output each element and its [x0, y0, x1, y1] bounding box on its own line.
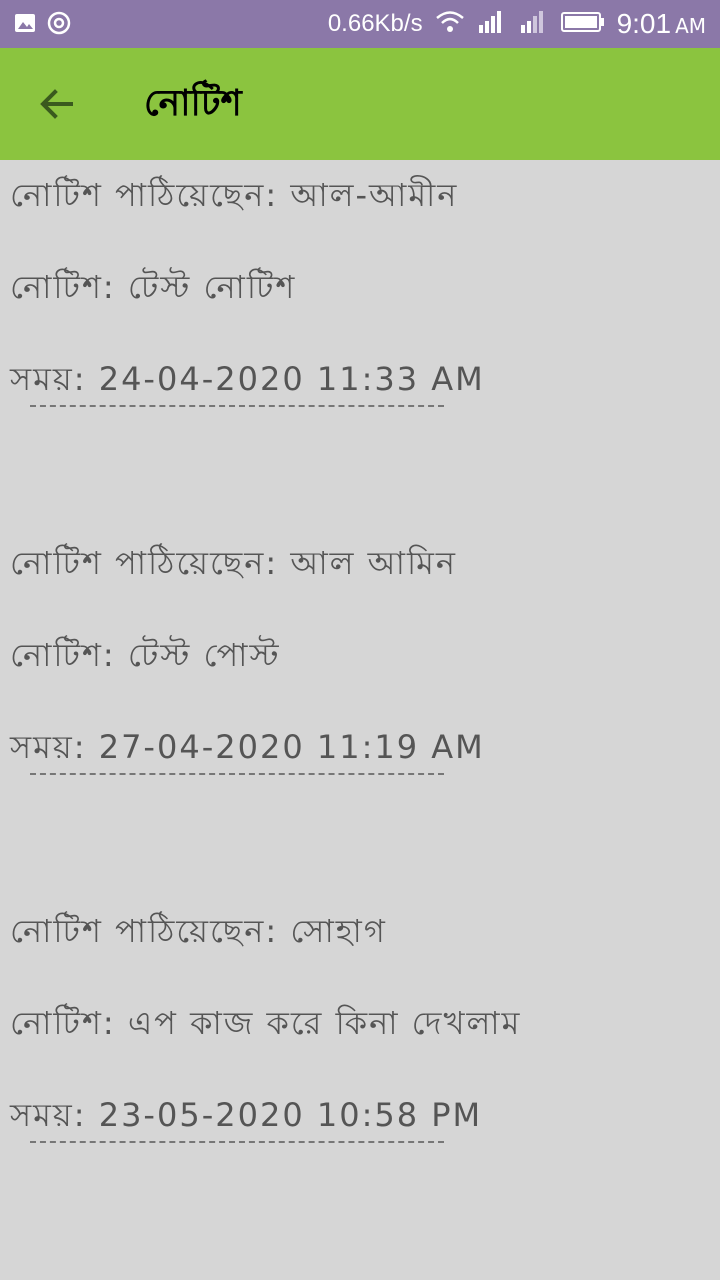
notice-message: নোটিশ: টেস্ট নোটিশ: [10, 268, 297, 306]
network-speed: 0.66Kb/s: [327, 10, 423, 37]
clock: 9:01 AM: [617, 8, 706, 40]
status-bar-right: 0.66Kb/s 9:01 AM: [328, 4, 706, 44]
clock-ampm: AM: [675, 14, 706, 38]
notice-item: নোটিশ পাঠিয়েছেন: আল-আমীন নোটিশ: টেস্ট ন…: [0, 160, 720, 528]
app-bar: নোটিশ: [0, 48, 720, 160]
notice-item: নোটিশ পাঠিয়েছেন: আল আমিন নোটিশ: টেস্ট প…: [0, 528, 720, 896]
signal-icon: [519, 9, 549, 39]
signal-icon: [477, 9, 507, 39]
image-icon: [14, 12, 36, 38]
notice-message: নোটিশ: টেস্ট পোস্ট: [10, 636, 281, 674]
notice-item: নোটিশ পাঠিয়েছেন: সোহাগ নোটিশ: এপ কাজ কর…: [0, 896, 720, 1264]
divider: [30, 1141, 444, 1143]
sync-icon: [46, 10, 72, 40]
notice-message: নোটিশ: এপ কাজ করে কিনা দেখলাম: [10, 1004, 522, 1042]
status-bar-left: [14, 10, 72, 40]
notice-sender: নোটিশ পাঠিয়েছেন: আল আমিন: [10, 544, 458, 582]
status-bar: 0.66Kb/s 9:01 AM: [0, 0, 720, 48]
battery-icon: [560, 11, 605, 37]
divider: [30, 405, 444, 407]
divider: [30, 773, 444, 775]
wifi-icon: [435, 10, 465, 38]
clock-time: 9:01: [616, 8, 672, 39]
arrow-left-icon: [40, 89, 73, 119]
notice-time: সময়: 27-04-2020 11:19 AM: [10, 728, 485, 766]
notice-list: নোটিশ পাঠিয়েছেন: আল-আমীন নোটিশ: টেস্ট ন…: [0, 160, 720, 1264]
notice-sender: নোটিশ পাঠিয়েছেন: সোহাগ: [10, 912, 387, 950]
notice-time: সময়: 24-04-2020 11:33 AM: [10, 360, 485, 398]
notice-sender: নোটিশ পাঠিয়েছেন: আল-আমীন: [10, 176, 459, 214]
notice-time: সময়: 23-05-2020 10:58 PM: [10, 1096, 483, 1134]
page-title: নোটিশ: [144, 83, 242, 124]
back-button[interactable]: [30, 82, 82, 126]
